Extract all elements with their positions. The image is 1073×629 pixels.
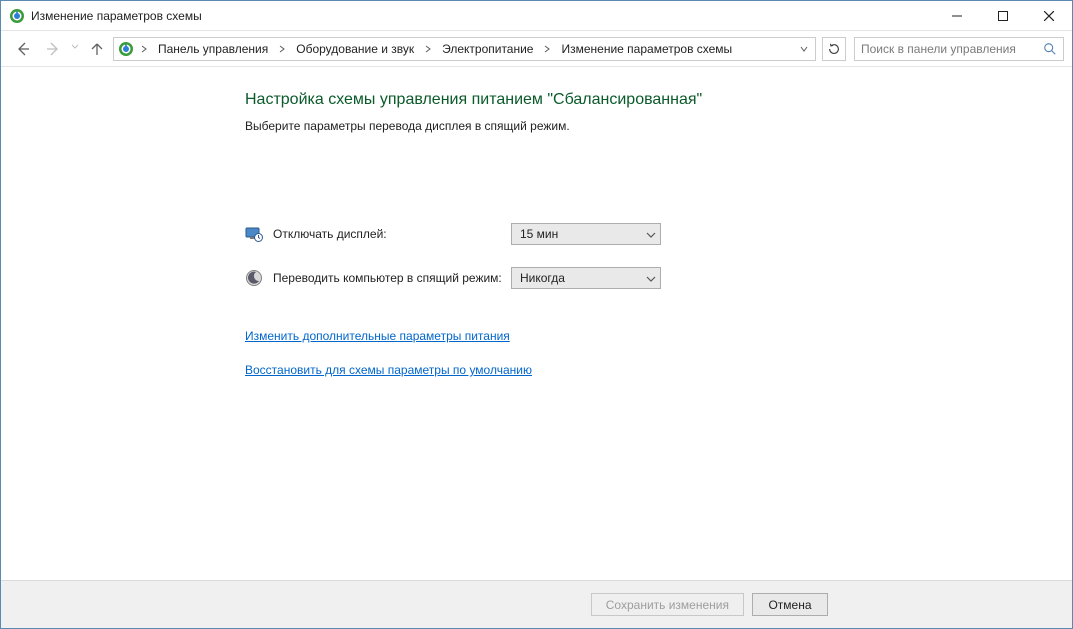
cancel-button[interactable]: Отмена	[752, 593, 828, 616]
advanced-settings-link[interactable]: Изменить дополнительные параметры питани…	[245, 329, 1024, 343]
window-title: Изменение параметров схемы	[31, 9, 202, 23]
up-button[interactable]	[83, 35, 111, 63]
minimize-button[interactable]	[934, 1, 980, 31]
chevron-right-icon[interactable]	[539, 45, 555, 53]
page-heading: Настройка схемы управления питанием "Сба…	[245, 91, 1024, 109]
restore-defaults-link[interactable]: Восстановить для схемы параметры по умол…	[245, 363, 1024, 377]
sleep-timeout-dropdown[interactable]: Никогда	[511, 267, 661, 289]
close-button[interactable]	[1026, 1, 1072, 31]
content-area: Настройка схемы управления питанием "Сба…	[1, 67, 1072, 628]
save-button[interactable]: Сохранить изменения	[591, 593, 744, 616]
power-options-icon	[118, 41, 134, 57]
page-subtext: Выберите параметры перевода дисплея в сп…	[245, 119, 1024, 133]
display-timeout-dropdown[interactable]: 15 мин	[511, 223, 661, 245]
navigation-bar: Панель управления Оборудование и звук Эл…	[1, 31, 1072, 67]
sleep-moon-icon	[245, 269, 263, 287]
chevron-down-icon	[646, 229, 656, 239]
main-panel: Настройка схемы управления питанием "Сба…	[1, 67, 1072, 580]
refresh-button[interactable]	[822, 37, 846, 61]
search-icon	[1043, 42, 1057, 56]
maximize-button[interactable]	[980, 1, 1026, 31]
chevron-right-icon[interactable]	[136, 45, 152, 53]
footer-bar: Сохранить изменения Отмена	[1, 580, 1072, 628]
breadcrumb-item[interactable]: Изменение параметров схемы	[555, 38, 738, 60]
back-button[interactable]	[9, 35, 37, 63]
search-input[interactable]: Поиск в панели управления	[854, 37, 1064, 61]
breadcrumb-item[interactable]: Электропитание	[436, 38, 539, 60]
recent-locations-button[interactable]	[69, 43, 81, 54]
setting-label: Переводить компьютер в спящий режим:	[273, 271, 511, 285]
setting-sleep: Переводить компьютер в спящий режим: Ник…	[245, 267, 1024, 289]
chevron-down-icon	[646, 273, 656, 283]
dropdown-value: Никогда	[520, 271, 646, 285]
display-timer-icon	[245, 225, 263, 243]
chevron-down-icon[interactable]	[795, 38, 813, 60]
breadcrumb-item[interactable]: Оборудование и звук	[290, 38, 420, 60]
dropdown-value: 15 мин	[520, 227, 646, 241]
search-placeholder: Поиск в панели управления	[861, 42, 1043, 56]
title-bar: Изменение параметров схемы	[1, 1, 1072, 31]
chevron-right-icon[interactable]	[274, 45, 290, 53]
chevron-right-icon[interactable]	[420, 45, 436, 53]
setting-label: Отключать дисплей:	[273, 227, 511, 241]
links-section: Изменить дополнительные параметры питани…	[245, 329, 1024, 377]
address-bar[interactable]: Панель управления Оборудование и звук Эл…	[113, 37, 816, 61]
power-options-icon	[9, 8, 25, 24]
forward-button[interactable]	[39, 35, 67, 63]
setting-turn-off-display: Отключать дисплей: 15 мин	[245, 223, 1024, 245]
breadcrumb-item[interactable]: Панель управления	[152, 38, 274, 60]
